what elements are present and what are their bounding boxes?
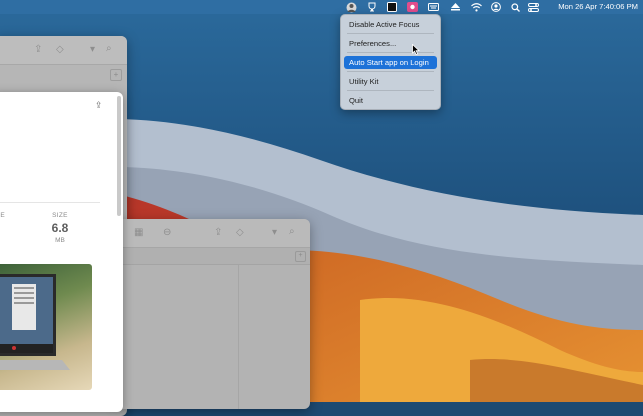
screen-recorder-icon[interactable]: [405, 0, 419, 14]
size-label: SIZE: [52, 212, 68, 219]
add-tab-icon[interactable]: +: [110, 69, 122, 81]
menu-bar-clock[interactable]: Mon 26 Apr 7:40:06 PM: [558, 0, 638, 14]
trophy-icon[interactable]: [365, 0, 379, 14]
info-label: SE: [0, 212, 5, 219]
scrollbar[interactable]: [117, 96, 121, 216]
search-icon[interactable]: [508, 0, 522, 14]
terminal-icon[interactable]: [385, 0, 399, 14]
app-screenshot-thumbnail[interactable]: [0, 264, 92, 390]
size-unit: MB: [55, 237, 65, 244]
wifi-icon[interactable]: [469, 0, 483, 14]
tag-icon[interactable]: ◇: [236, 228, 244, 238]
search-icon[interactable]: ⌕: [289, 227, 295, 237]
menu-item-disable-active-focus[interactable]: Disable Active Focus: [344, 18, 437, 31]
grid-view-icon[interactable]: ▦: [134, 228, 143, 238]
menu-bar: Mon 26 Apr 7:40:06 PM: [0, 0, 643, 14]
tag-icon[interactable]: ◇: [56, 45, 64, 55]
add-tab-icon[interactable]: +: [295, 251, 306, 262]
info-panel: ⇪ SE SIZE 6.8 MB: [0, 92, 123, 412]
eject-icon[interactable]: [448, 0, 462, 14]
menu-item-auto-start-app-on-login[interactable]: Auto Start app on Login: [344, 56, 437, 69]
size-value: 6.8: [51, 221, 69, 235]
status-bar-dropdown-menu: Disable Active Focus Preferences... Auto…: [340, 14, 441, 110]
mouse-cursor-icon: [412, 44, 420, 55]
menu-separator: [347, 71, 434, 72]
divider: [0, 202, 100, 203]
menu-separator: [347, 33, 434, 34]
app-avatar-icon[interactable]: [344, 0, 358, 14]
window-toolbar: ⇪ ◇ ▾ ⌕: [0, 36, 127, 65]
menu-item-utility-kit[interactable]: Utility Kit: [344, 75, 437, 88]
chevron-down-icon[interactable]: ▾: [90, 45, 95, 55]
chevron-down-icon[interactable]: ▾: [272, 228, 277, 238]
background-window-2[interactable]: ▦ ⊖ ⇪ ◇ ▾ ⌕ +: [118, 219, 310, 409]
column-divider: [238, 265, 239, 409]
share-icon[interactable]: ⇪: [34, 45, 42, 55]
control-center-icon[interactable]: [526, 0, 540, 14]
action-menu-icon[interactable]: ⊖: [163, 228, 171, 238]
tab-bar: +: [118, 248, 310, 265]
search-icon[interactable]: ⌕: [106, 44, 112, 54]
share-icon[interactable]: ⇪: [214, 228, 222, 238]
menu-item-quit[interactable]: Quit: [344, 94, 437, 107]
menu-item-preferences[interactable]: Preferences...: [344, 37, 437, 50]
user-icon[interactable]: [489, 0, 503, 14]
menu-separator: [347, 52, 434, 53]
menu-separator: [347, 90, 434, 91]
share-icon[interactable]: ⇪: [95, 100, 103, 111]
window-toolbar: ▦ ⊖ ⇪ ◇ ▾ ⌕: [118, 219, 310, 248]
keyboard-icon[interactable]: [426, 0, 440, 14]
